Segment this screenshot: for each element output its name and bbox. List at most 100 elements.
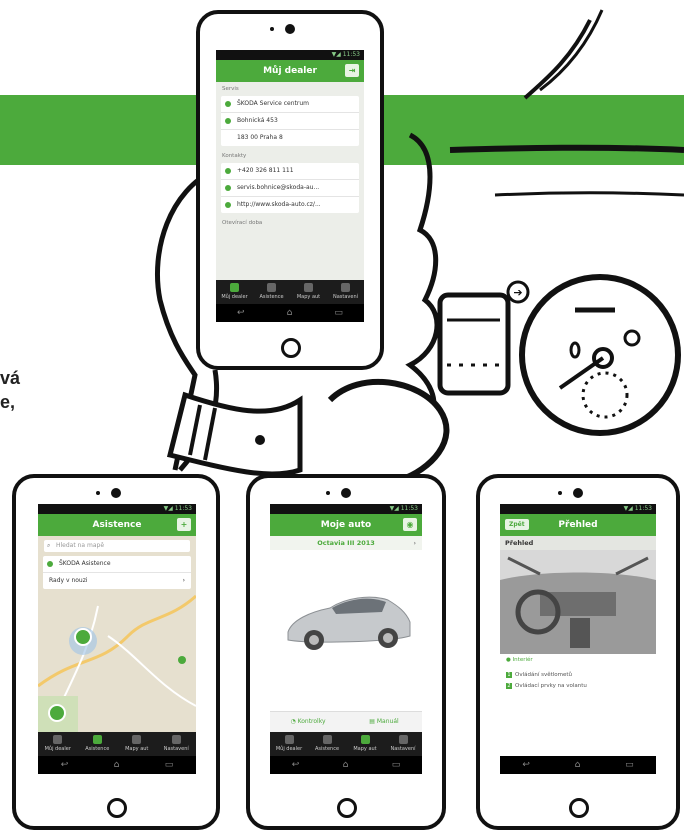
recent-apps-icon[interactable]: ▭ — [165, 760, 174, 770]
car-model-label: Octavia III 2013 — [317, 539, 375, 547]
tab-bar: Můj dealer Asistence Mapy aut Nastavení — [38, 732, 196, 756]
home-icon[interactable]: ⌂ — [287, 308, 293, 318]
exit-icon[interactable]: ⇥ — [345, 64, 359, 77]
app-title-bar: Asistence + — [38, 514, 196, 536]
dealer-icon — [284, 735, 294, 744]
sensor-icon — [270, 27, 274, 31]
camera-icon[interactable]: ◉ — [403, 518, 417, 531]
car-actions: ◔ Kontrolky ▤ Manuál — [270, 711, 422, 732]
home-button[interactable] — [107, 798, 127, 818]
list-item[interactable]: servis.bohnice@skoda-au... — [221, 180, 359, 197]
tab-label: Asistence — [85, 746, 110, 752]
list-item-label: 183 00 Praha 8 — [237, 134, 283, 141]
back-icon[interactable]: ↩ — [61, 760, 69, 770]
home-button[interactable] — [337, 798, 357, 818]
map-pin-icon[interactable] — [178, 656, 186, 664]
tab-label: Můj dealer — [44, 746, 71, 752]
app-title-bar: Můj dealer ⇥ — [216, 60, 364, 82]
map-pin-icon[interactable] — [48, 704, 66, 722]
list-item-label: Ovládání světlometů — [515, 672, 573, 678]
overview-content: Přehled ● Interiér 1 Ovládání světlometů … — [500, 536, 656, 756]
wrench-icon — [322, 735, 332, 744]
list-item-label: ŠKODA Service centrum — [237, 100, 310, 107]
status-bar: ▼◢ 11:53 — [500, 504, 656, 514]
number-badge: 1 — [506, 672, 512, 678]
phone-icon — [47, 561, 53, 567]
phone-left-screen: ▼◢ 11:53 Asistence + ⌕ Hledat na mapě ŠK… — [38, 504, 196, 774]
home-icon[interactable]: ⌂ — [343, 760, 349, 770]
section-header: Servis — [222, 86, 239, 92]
tab-car[interactable]: Mapy aut — [117, 732, 157, 756]
list-item[interactable]: ŠKODA Service centrum — [221, 96, 359, 113]
phone-right-screen: ▼◢ 11:53 Zpět Přehled Přehled ● Interiér… — [500, 504, 656, 774]
recent-apps-icon[interactable]: ▭ — [392, 760, 401, 770]
dealer-icon — [225, 101, 231, 107]
tab-car[interactable]: Mapy aut — [346, 732, 384, 756]
tab-settings[interactable]: Nastavení — [157, 732, 197, 756]
list-item[interactable]: Bohnická 453 — [221, 113, 359, 130]
button-label: Kontrolky — [297, 718, 326, 725]
home-icon[interactable]: ⌂ — [114, 760, 120, 770]
car-model-selector[interactable]: Octavia III 2013 › — [270, 536, 422, 550]
legend-label: Interiér — [512, 657, 533, 663]
map-view[interactable]: ⌕ Hledat na mapě ŠKODA Asistence Rady v … — [38, 536, 196, 732]
list-item-label: ŠKODA Asistence — [59, 560, 111, 567]
dealer-card: ŠKODA Service centrum Bohnická 453 183 0… — [221, 96, 359, 146]
wrench-icon — [92, 735, 102, 744]
search-input[interactable]: ⌕ Hledat na mapě — [44, 540, 190, 552]
sensor-icon — [326, 491, 330, 495]
list-item[interactable]: +420 326 811 111 — [221, 163, 359, 180]
car-content: Octavia III 2013 › ◔ Kontrolky ▤ Manuál — [270, 536, 422, 732]
tab-bar: Můj dealer Asistence Mapy aut Nastavení — [216, 280, 364, 304]
tab-settings[interactable]: Nastavení — [384, 732, 422, 756]
section-header: Otevírací doba — [222, 220, 263, 226]
back-icon[interactable]: ↩ — [292, 760, 300, 770]
search-icon: ⌕ — [47, 542, 51, 549]
camera-icon — [285, 24, 295, 34]
recent-apps-icon[interactable]: ▭ — [625, 760, 634, 770]
tab-label: Asistence — [259, 294, 284, 300]
book-icon: ▤ — [369, 718, 377, 725]
manual-button[interactable]: ▤ Manuál — [346, 712, 422, 732]
tab-assistance[interactable]: Asistence — [308, 732, 346, 756]
list-item[interactable]: http://www.skoda-auto.cz/... — [221, 197, 359, 213]
map-pin-icon[interactable] — [74, 628, 92, 646]
list-item[interactable]: ŠKODA Asistence — [43, 556, 191, 573]
tab-dealer[interactable]: Můj dealer — [270, 732, 308, 756]
tab-settings[interactable]: Nastavení — [327, 280, 364, 304]
list-item[interactable]: Rady v nouzi › — [43, 573, 191, 589]
recent-apps-icon[interactable]: ▭ — [334, 308, 343, 318]
phone-right: ▼◢ 11:53 Zpět Přehled Přehled ● Interiér… — [476, 474, 680, 830]
phone-left: ▼◢ 11:53 Asistence + ⌕ Hledat na mapě ŠK… — [12, 474, 220, 830]
back-icon[interactable]: ↩ — [522, 760, 530, 770]
tab-label: Můj dealer — [275, 746, 303, 752]
wrench-icon — [267, 283, 276, 292]
list-item[interactable]: 1 Ovládání světlometů — [506, 672, 650, 678]
list-item[interactable]: 183 00 Praha 8 — [221, 130, 359, 146]
tab-dealer[interactable]: Můj dealer — [38, 732, 78, 756]
phone-top-screen: ▼◢ 11:53 Můj dealer ⇥ Servis ŠKODA Servi… — [216, 50, 364, 322]
tab-car[interactable]: Mapy aut — [290, 280, 327, 304]
contacts-card: +420 326 811 111 servis.bohnice@skoda-au… — [221, 163, 359, 213]
tab-assistance[interactable]: Asistence — [78, 732, 118, 756]
back-button[interactable]: Zpět — [505, 519, 529, 530]
add-icon[interactable]: + — [177, 518, 191, 531]
svg-text:➔: ➔ — [513, 286, 522, 299]
android-nav-bar: ↩ ⌂ ▭ — [500, 756, 656, 774]
back-icon[interactable]: ↩ — [237, 308, 245, 318]
tab-assistance[interactable]: Asistence — [253, 280, 290, 304]
legend: ● Interiér — [500, 654, 656, 666]
tab-dealer[interactable]: Můj dealer — [216, 280, 253, 304]
home-icon[interactable]: ⌂ — [575, 760, 581, 770]
home-button[interactable] — [281, 338, 301, 358]
tab-label: Nastavení — [390, 746, 416, 752]
dealer-icon — [230, 283, 239, 292]
list-item[interactable]: 2 Ovládací prvky na volantu — [506, 683, 650, 689]
warning-lights-button[interactable]: ◔ Kontrolky — [270, 712, 346, 732]
home-button[interactable] — [569, 798, 589, 818]
phone-top: ▼◢ 11:53 Můj dealer ⇥ Servis ŠKODA Servi… — [196, 10, 384, 370]
camera-icon — [573, 488, 583, 498]
section-header: Kontakty — [222, 153, 247, 159]
sensor-icon — [558, 491, 562, 495]
gear-icon — [341, 283, 350, 292]
